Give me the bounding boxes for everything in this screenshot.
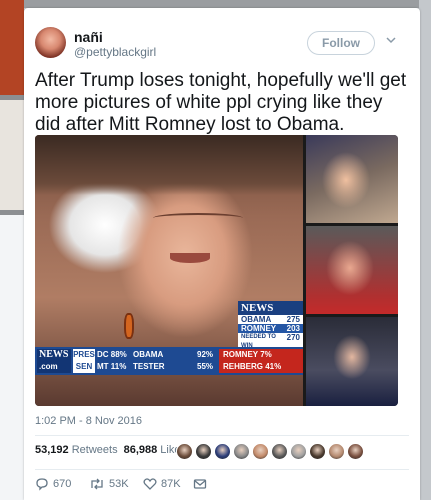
tv-ticker-logo-sub: .com <box>39 362 58 371</box>
tv-race-candidate: OBAMA <box>133 350 164 359</box>
backdrop-sidebar <box>0 215 24 500</box>
liker-avatar[interactable] <box>195 443 212 460</box>
media-grid: NEWS OBAMA 275 ROMNEY 203 NEEDED TO WIN … <box>35 135 398 406</box>
tv-race-state: DC 88% <box>97 350 127 359</box>
retweets-label: Retweets <box>71 444 118 456</box>
tv-race-tag: PRES <box>73 349 95 361</box>
tweet-actions: 670 53K 87K <box>35 474 409 496</box>
tv-result-value: 275 <box>286 315 300 324</box>
tv-result-label: ROMNEY <box>241 324 277 333</box>
tv-ticker: NEWS .com PRES SEN DC 88% MT 11% OBAMA T… <box>35 347 303 375</box>
liker-avatar[interactable] <box>233 443 250 460</box>
tv-ticker-logo: NEWS .com <box>37 349 71 373</box>
direct-message-button[interactable] <box>193 476 207 492</box>
avatar[interactable] <box>35 27 66 58</box>
photo-eyes <box>153 213 243 223</box>
media-photo-3[interactable] <box>306 226 398 314</box>
backdrop-image <box>0 100 24 210</box>
page-backdrop-right <box>419 0 431 500</box>
liker-avatar[interactable] <box>328 443 345 460</box>
retweet-button[interactable]: 53K <box>89 476 129 492</box>
tv-news-logo: NEWS <box>238 301 303 315</box>
page-backdrop-left <box>0 0 24 500</box>
liker-avatar[interactable] <box>347 443 364 460</box>
retweet-count: 53K <box>109 478 129 491</box>
display-name[interactable]: nañi <box>74 29 103 45</box>
tv-result-value: 203 <box>286 324 300 333</box>
tv-result-row: ROMNEY 203 <box>238 324 303 333</box>
tv-race-opponent: REHBERG 41% <box>219 361 303 373</box>
like-button[interactable]: 87K <box>143 476 181 492</box>
like-count: 87K <box>161 478 181 491</box>
liker-avatar[interactable] <box>214 443 231 460</box>
tweet-header: nañi @pettyblackgirl Follow <box>24 8 420 68</box>
tv-race-tag: SEN <box>73 361 95 373</box>
tv-race-opponent: ROMNEY 7% <box>219 349 303 361</box>
tweet-card: nañi @pettyblackgirl Follow After Trump … <box>24 8 420 500</box>
reply-button[interactable]: 670 <box>35 476 71 492</box>
liker-avatar[interactable] <box>252 443 269 460</box>
envelope-icon <box>193 479 207 489</box>
photo-hair <box>35 135 303 195</box>
tv-race-state: MT 11% <box>97 362 127 371</box>
retweet-icon <box>91 478 103 490</box>
reply-count: 670 <box>53 478 72 491</box>
tv-race-percent: 92% <box>197 350 214 359</box>
photo-earring <box>124 313 134 339</box>
reply-icon <box>36 478 48 491</box>
media-photo-main[interactable]: NEWS OBAMA 275 ROMNEY 203 NEEDED TO WIN … <box>35 135 303 406</box>
retweets-count: 53,192 <box>35 444 69 456</box>
tweet-text: After Trump loses tonight, hopefully we'… <box>35 70 407 135</box>
backdrop-banner <box>0 0 24 95</box>
tv-ticker-logo-text: NEWS <box>39 349 69 360</box>
tv-race-percent: 55% <box>197 362 214 371</box>
liker-avatar[interactable] <box>309 443 326 460</box>
retweets-stat[interactable]: 53,192 Retweets <box>35 444 118 456</box>
divider <box>35 469 409 470</box>
media-photo-4[interactable] <box>306 317 398 406</box>
tweet-timestamp[interactable]: 1:02 PM - 8 Nov 2016 <box>35 415 142 427</box>
tv-result-label: OBAMA <box>241 315 272 324</box>
media-photo-2[interactable] <box>306 135 398 223</box>
likes-count: 86,988 <box>123 444 158 456</box>
tweet-stats: 53,192 Retweets 86,988 Likes <box>35 444 186 464</box>
tv-result-row: OBAMA 275 <box>238 315 303 324</box>
liker-avatar[interactable] <box>290 443 307 460</box>
liker-avatar[interactable] <box>271 443 288 460</box>
tv-race-candidate: TESTER <box>133 362 165 371</box>
tv-results-box: NEWS OBAMA 275 ROMNEY 203 NEEDED TO WIN … <box>238 301 303 351</box>
follow-button[interactable]: Follow <box>307 31 375 55</box>
photo-mouth <box>170 253 210 263</box>
divider <box>35 435 409 436</box>
heart-icon <box>143 478 157 491</box>
user-handle[interactable]: @pettyblackgirl <box>74 45 156 59</box>
liker-avatar[interactable] <box>176 443 193 460</box>
page-backdrop-top <box>0 0 431 8</box>
chevron-down-icon[interactable] <box>386 35 396 45</box>
